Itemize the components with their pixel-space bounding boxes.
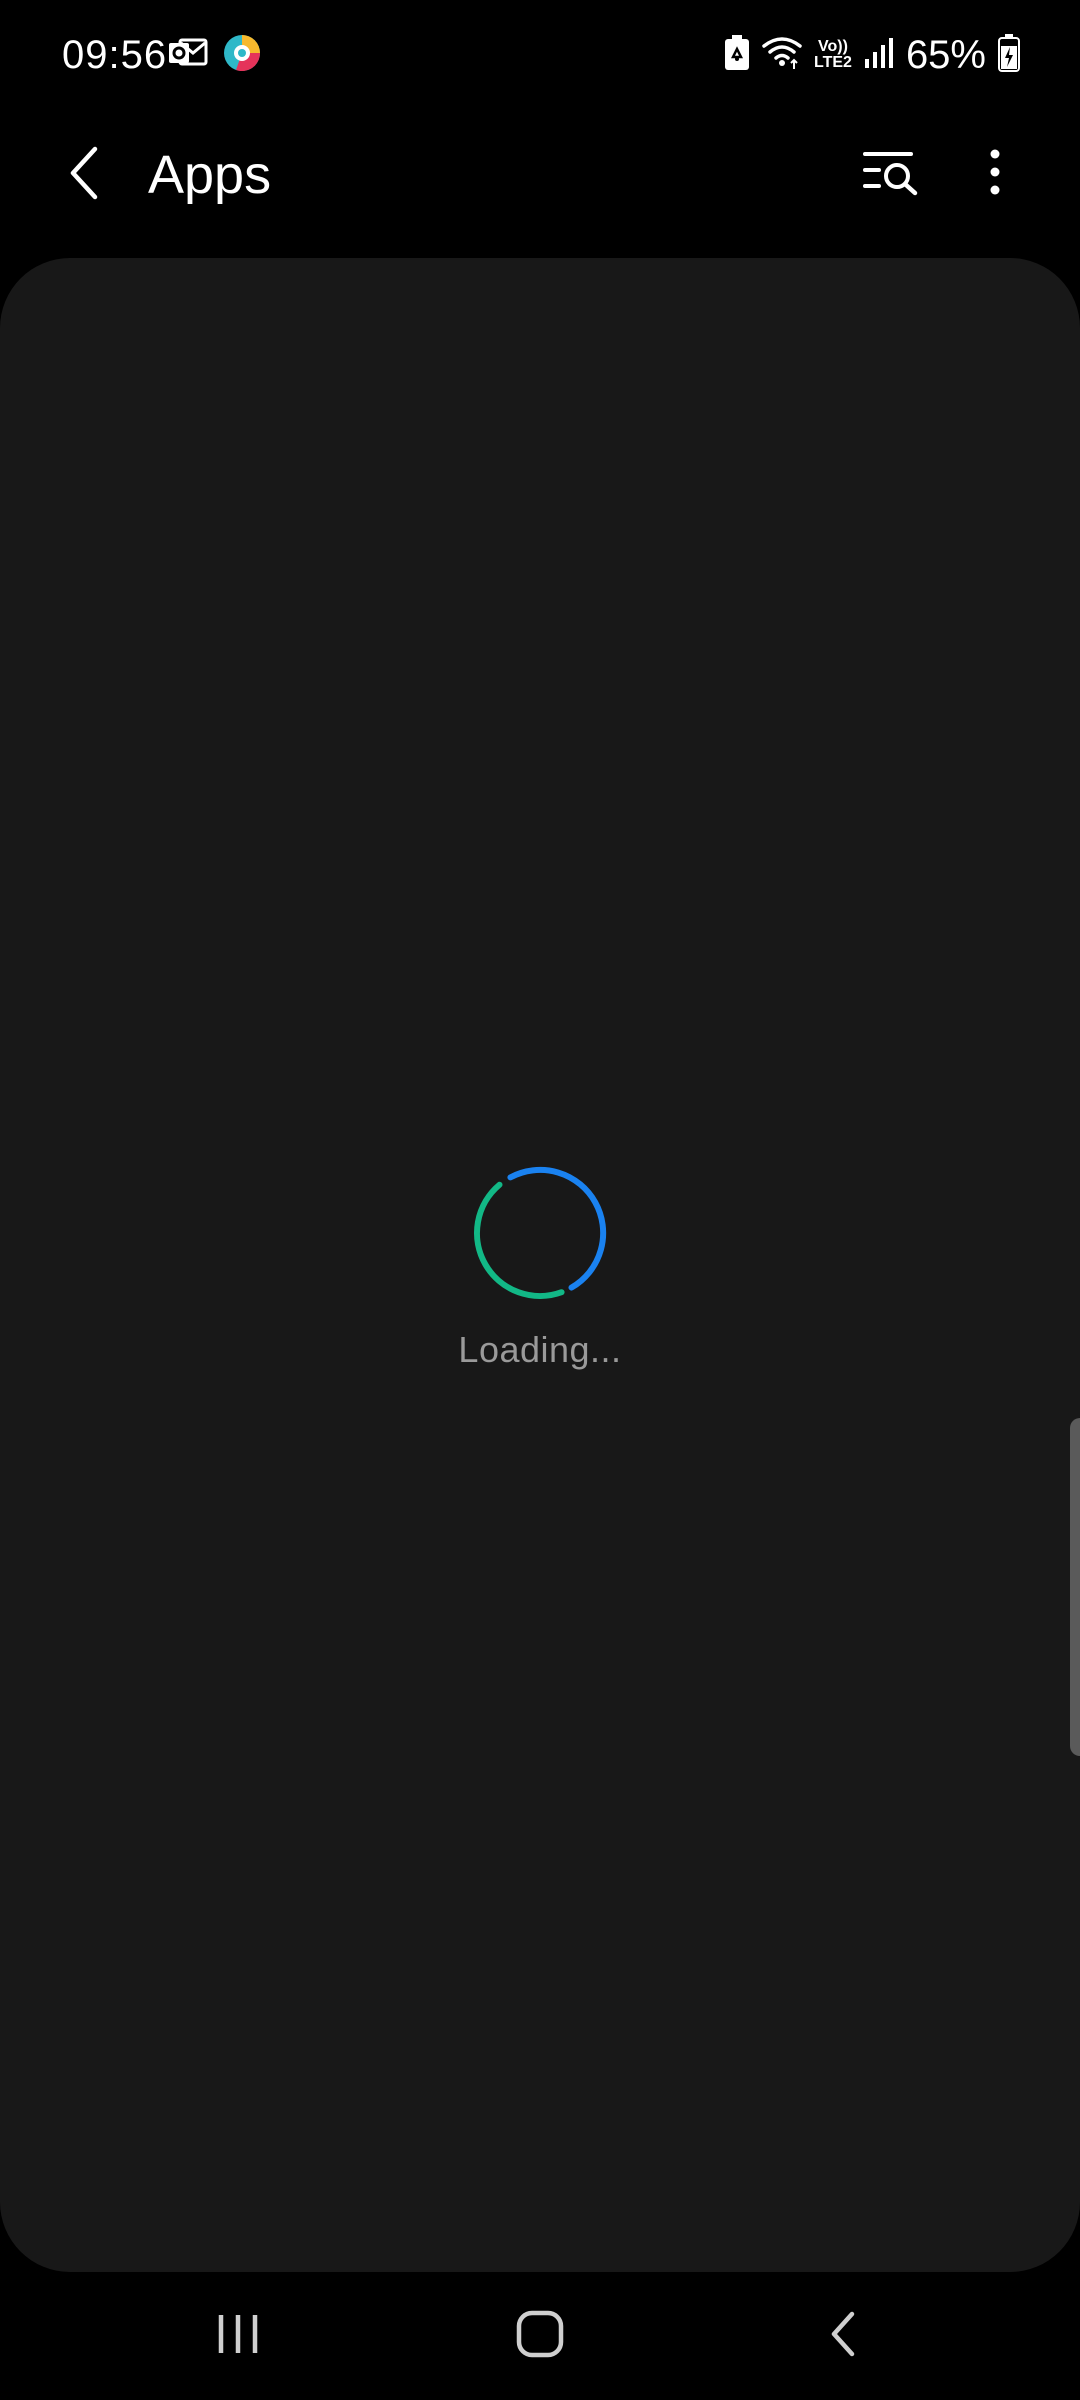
chevron-left-icon [65, 145, 101, 206]
back-icon [826, 2310, 860, 2363]
more-vertical-icon [988, 148, 1002, 201]
volte-label-top: Vo)) [818, 38, 848, 55]
page-title: Apps [148, 145, 272, 205]
battery-saver-icon [724, 34, 750, 76]
volte-label-bottom: LTE2 [814, 54, 852, 71]
battery-charging-icon [998, 33, 1020, 77]
loading-text: Loading... [458, 1329, 622, 1370]
back-nav-button[interactable] [793, 2296, 893, 2376]
home-icon [516, 2310, 564, 2363]
loading-spinner-icon [470, 1163, 610, 1303]
search-apps-button[interactable] [852, 134, 932, 214]
battery-percent: 65% [905, 33, 986, 77]
signal-icon [864, 37, 894, 74]
status-time: 09:56 [62, 33, 168, 77]
browser-notification-icon [222, 33, 262, 78]
navigation-bar [0, 2272, 1080, 2400]
back-button[interactable] [48, 130, 118, 220]
home-button[interactable] [490, 2296, 590, 2376]
recents-icon [215, 2311, 261, 2362]
system-icons: Vo)) LTE2 65% [724, 30, 1020, 80]
scroll-handle[interactable] [1070, 1418, 1080, 1756]
status-bar: 09:56 Vo)) LTE2 65% [0, 0, 1080, 110]
wifi-icon [762, 36, 802, 75]
recents-button[interactable] [188, 2296, 288, 2376]
more-options-button[interactable] [960, 134, 1030, 214]
outlook-notification-icon [168, 37, 208, 74]
list-search-icon [863, 148, 921, 201]
volte-icon: Vo)) LTE2 [814, 39, 852, 71]
app-bar: Apps [0, 110, 1080, 260]
notification-icons [168, 33, 262, 77]
loading-indicator: Loading... [0, 1163, 1080, 1373]
apps-list-card: Loading... [0, 258, 1080, 2272]
